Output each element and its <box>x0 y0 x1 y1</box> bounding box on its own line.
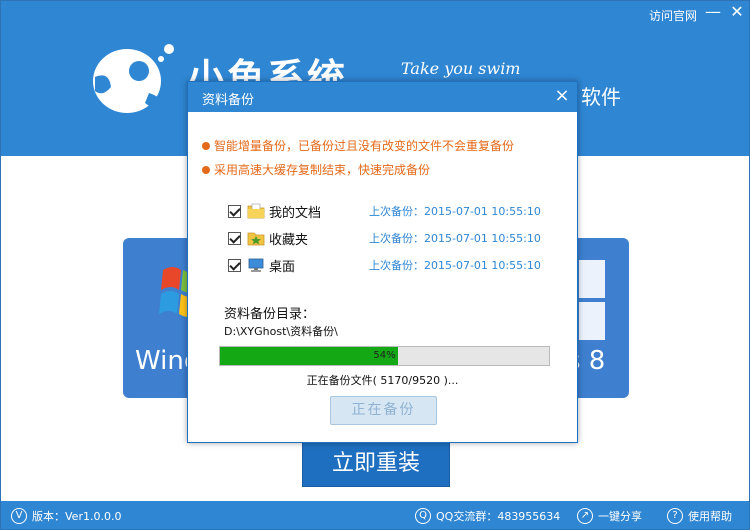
dialog-close-button[interactable]: × <box>552 86 572 106</box>
backup-dir-path: D:\XYGhost\资料备份\ <box>224 325 338 338</box>
share-text: 一键分享 <box>598 510 642 523</box>
app-window: 小鱼系统 Take you swim 软件 访问官网 — ✕ Wind s 8 … <box>0 0 750 530</box>
footer-bar: V 版本：Ver1.0.0.0 Q QQ交流群：483955634 ↗ 一键分享… <box>1 501 749 529</box>
backup-item-desktop: 桌面 上次备份：2015-07-01 10:55:10 <box>228 255 548 275</box>
last-backup-time: 上次备份：2015-07-01 10:55:10 <box>369 232 541 245</box>
dialog-titlebar: 资料备份 × <box>188 82 577 112</box>
backup-item-documents: 我的文档 上次备份：2015-07-01 10:55:10 <box>228 201 548 221</box>
help-link[interactable]: ? 使用帮助 <box>667 508 732 524</box>
item-name: 收藏夹 <box>269 232 309 248</box>
favorites-checkbox[interactable] <box>228 231 241 245</box>
version-info: V 版本：Ver1.0.0.0 <box>11 508 121 524</box>
progress-percent: 54% <box>373 350 396 361</box>
visit-site-link[interactable]: 访问官网 <box>649 7 697 24</box>
help-icon: ? <box>667 508 683 524</box>
backing-up-button: 正在备份 <box>330 396 437 425</box>
dialog-title: 资料备份 <box>202 93 255 108</box>
help-text: 使用帮助 <box>688 510 732 523</box>
item-name: 我的文档 <box>269 205 322 221</box>
backup-item-favorites: 收藏夹 上次备份：2015-07-01 10:55:10 <box>228 228 548 248</box>
windows8-logo-icon <box>579 260 605 340</box>
last-backup-time: 上次备份：2015-07-01 10:55:10 <box>369 205 541 218</box>
qq-group-info[interactable]: Q QQ交流群：483955634 <box>415 508 560 524</box>
notice-cache: 采用高速大缓存复制结束，快速完成备份 <box>202 161 430 178</box>
bullet-dot-icon <box>202 165 210 174</box>
qq-icon: Q <box>415 508 431 524</box>
minimize-button[interactable]: — <box>703 3 723 23</box>
version-icon: V <box>11 508 27 524</box>
last-backup-time: 上次备份：2015-07-01 10:55:10 <box>369 259 541 272</box>
version-text: 版本：Ver1.0.0.0 <box>32 510 122 523</box>
brand-tail-text: 软件 <box>581 85 621 109</box>
backup-dir-label: 资料备份目录： <box>224 307 316 322</box>
share-icon: ↗ <box>577 508 593 524</box>
backup-dialog: 资料备份 × 智能增量备份，已备份过且没有改变的文件不会重复备份 采用高速大缓存… <box>187 81 578 443</box>
desktop-icon <box>248 258 264 272</box>
share-link[interactable]: ↗ 一键分享 <box>577 508 642 524</box>
documents-checkbox[interactable] <box>228 204 241 218</box>
reinstall-button[interactable]: 立即重装 <box>302 439 450 487</box>
backup-status-text: 正在备份文件( 5170/9520 )... <box>306 374 459 387</box>
item-name: 桌面 <box>269 259 296 275</box>
notice-text: 采用高速大缓存复制结束，快速完成备份 <box>214 163 431 177</box>
folder-doc-icon <box>247 203 265 219</box>
notice-text: 智能增量备份，已备份过且没有改变的文件不会重复备份 <box>214 139 515 153</box>
favorites-icon <box>247 232 265 246</box>
backup-progress-bar: 54% <box>219 346 550 366</box>
fish-logo-icon <box>93 44 174 115</box>
notice-incremental: 智能增量备份，已备份过且没有改变的文件不会重复备份 <box>202 137 514 154</box>
brand-slogan: Take you swim <box>401 59 521 78</box>
close-window-button[interactable]: ✕ <box>727 3 747 23</box>
desktop-checkbox[interactable] <box>228 258 241 272</box>
qq-group-text: QQ交流群：483955634 <box>436 510 561 523</box>
bullet-dot-icon <box>202 141 210 150</box>
